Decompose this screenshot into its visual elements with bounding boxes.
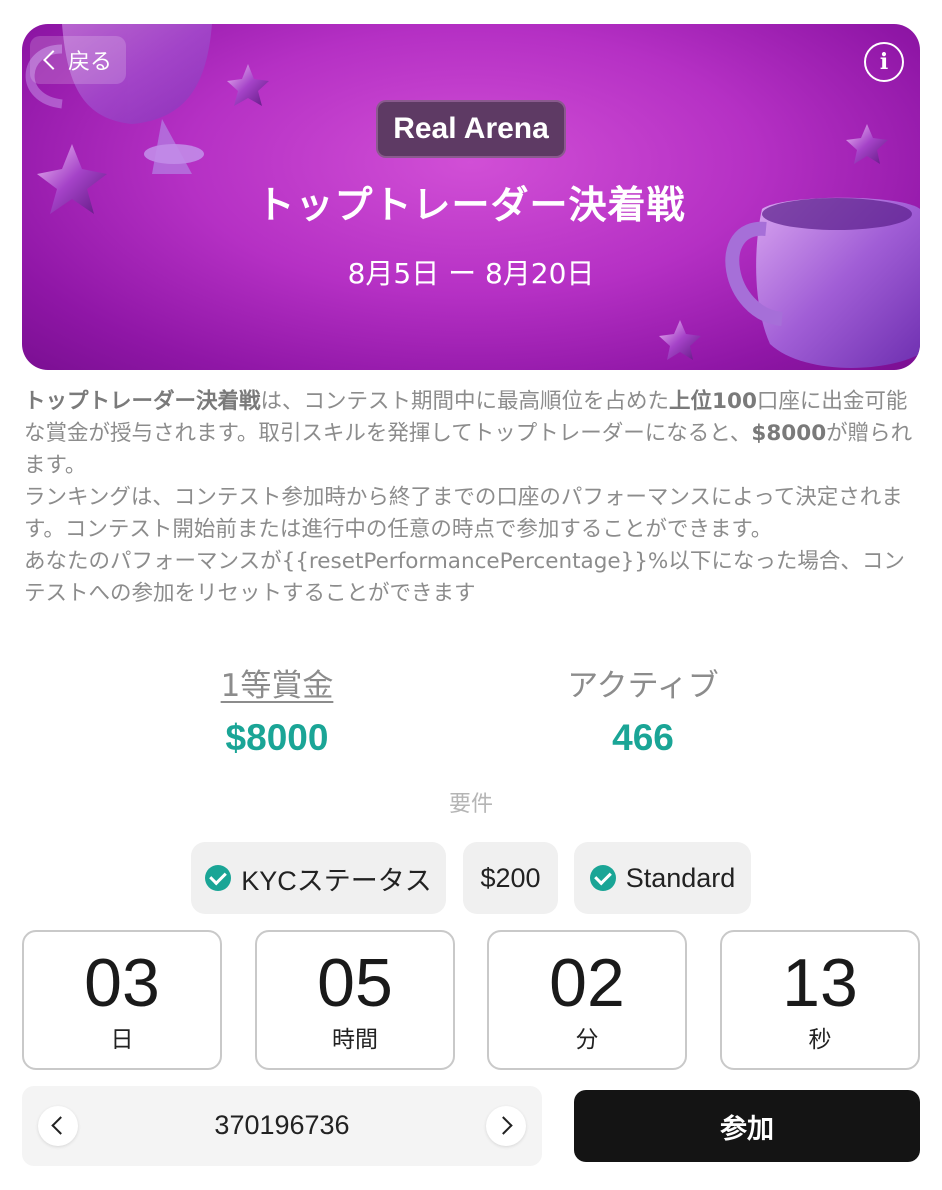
countdown-seconds: 13 秒: [720, 930, 920, 1070]
countdown-minutes: 02 分: [487, 930, 687, 1070]
description-amount-bold: $8000: [751, 421, 827, 446]
account-selector: 370196736: [22, 1086, 542, 1166]
requirement-label: $200: [480, 862, 541, 893]
requirement-kyc: KYCステータス: [191, 842, 446, 914]
active-stat: アクティブ 466: [543, 660, 743, 759]
back-button[interactable]: 戻る: [30, 36, 127, 84]
active-label: アクティブ: [567, 668, 719, 704]
description-paragraph-2: ランキングは、コンテスト参加時から終了までの口座のパフォーマンスによって決定され…: [24, 485, 903, 542]
requirement-deposit: $200: [463, 842, 558, 914]
star-icon: [846, 124, 888, 164]
countdown-unit: 秒: [808, 1027, 832, 1053]
check-icon: [205, 865, 232, 891]
chevron-right-icon[interactable]: [486, 1106, 526, 1146]
countdown-days: 03 日: [22, 930, 222, 1070]
countdown-value: 05: [317, 945, 393, 1021]
requirements-title: 要件: [448, 792, 493, 817]
description-title-bold: トップトレーダー決着戦: [24, 389, 261, 414]
first-prize-value: $8000: [225, 717, 329, 758]
countdown-unit: 分: [575, 1027, 599, 1053]
first-prize-label[interactable]: 1等賞金: [177, 660, 377, 705]
description-top-bold: 上位100: [669, 389, 757, 414]
contest-description: トップトレーダー決着戦は、コンテスト期間中に最高順位を占めた上位100口座に出金…: [24, 386, 920, 610]
countdown-value: 02: [549, 945, 625, 1021]
requirement-label: Standard: [625, 862, 736, 893]
info-button[interactable]: i: [864, 42, 904, 82]
active-value: 466: [612, 717, 674, 758]
account-number: 370196736: [214, 1110, 350, 1140]
info-icon: i: [879, 49, 889, 75]
countdown-hours: 05 時間: [255, 930, 455, 1070]
check-icon: [589, 865, 616, 891]
description-paragraph-3: あなたのパフォーマンスが{{resetPerformancePercentage…: [24, 549, 905, 606]
countdown-value: 03: [84, 945, 160, 1021]
description-text: は、コンテスト期間中に最高順位を占めた: [260, 389, 670, 414]
contest-banner: 戻る i Real Arena トップトレーダー決着戦 8月5日 ー 8月20日: [22, 24, 920, 370]
arena-badge: Real Arena: [376, 100, 566, 158]
countdown-value: 13: [782, 945, 858, 1021]
countdown-unit: 時間: [332, 1027, 378, 1053]
contest-dates: 8月5日 ー 8月20日: [347, 257, 595, 290]
requirement-label: KYCステータス: [241, 865, 432, 896]
chevron-left-icon: [43, 50, 63, 70]
description-paragraph-1: トップトレーダー決着戦は、コンテスト期間中に最高順位を占めた上位100口座に出金…: [24, 386, 920, 482]
requirement-account-type: Standard: [574, 842, 751, 914]
contest-title: トップトレーダー決着戦: [256, 183, 686, 227]
star-icon: [659, 320, 701, 360]
countdown-unit: 日: [110, 1027, 134, 1053]
first-prize-stat: 1等賞金 $8000: [177, 660, 377, 759]
back-label: 戻る: [68, 50, 113, 75]
join-button[interactable]: 参加: [574, 1090, 920, 1162]
star-icon: [227, 64, 269, 106]
